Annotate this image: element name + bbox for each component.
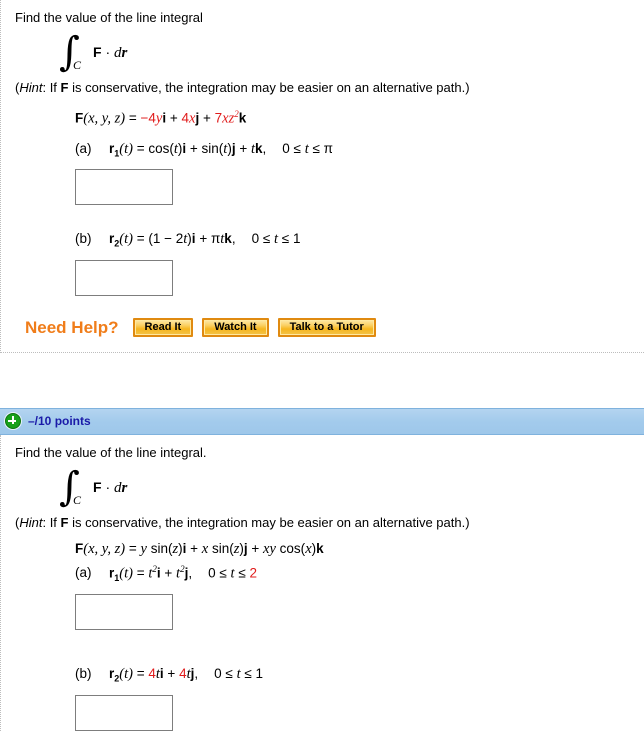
field-f-symbol: F <box>75 110 84 126</box>
field-coef-2: 4 <box>181 110 190 126</box>
problem-1-part-a-expression: (a) r1(t) = cos(t)i + sin(t)j + tk, 0 ≤ t … <box>75 140 333 159</box>
problem-2-body: Find the value of the line integral. ∫ C… <box>0 434 644 731</box>
hint-rest: is conservative, the integration may be … <box>68 514 470 530</box>
part-a-basis-j: j <box>184 565 189 581</box>
talk-to-a-tutor-button[interactable]: Talk to a Tutor <box>277 318 376 338</box>
hint-colon: : If <box>42 80 61 95</box>
field-basis-j: j <box>243 540 248 556</box>
part-b-of-t: (t) <box>119 666 133 683</box>
field-var-3: xz <box>222 110 235 127</box>
part-a-t3: t <box>230 565 235 582</box>
field-basis-i: i <box>182 540 187 556</box>
problem-1-need-help: Need Help? Read It Watch It Talk to a Tu… <box>25 318 644 338</box>
problem-1: Find the value of the line integral ∫ C … <box>0 0 644 353</box>
integral-dr: dr <box>114 45 128 61</box>
problem-2: –/10 points Find the value of the line i… <box>0 407 644 731</box>
field-coef-1: −4 <box>140 110 156 126</box>
problem-1-part-b-expression: (b) r2(t) = (1 − 2t)i + πtk, 0 ≤ t ≤ 1 <box>75 231 301 249</box>
integral-dot: · <box>105 44 111 60</box>
field-args: (x, y, z) <box>83 110 126 127</box>
problem-1-hint: (Hint: If F is conservative, the integra… <box>15 80 644 96</box>
part-b-coef-1: 4 <box>148 666 156 682</box>
part-a-of-t: (t) <box>119 140 133 157</box>
part-a-basis-j: j <box>231 140 236 156</box>
section-spacer <box>0 352 644 408</box>
problem-2-part-b-answer-input[interactable] <box>75 694 173 731</box>
hint-word: Hint <box>19 514 43 530</box>
part-a-basis-k: k <box>255 140 263 156</box>
integral-dot: · <box>105 478 111 495</box>
problem-1-integral: ∫ C F · dr <box>59 30 644 76</box>
problem-2-integral: ∫ C F · dr <box>59 465 644 511</box>
problem-2-points-bar: –/10 points <box>0 407 644 435</box>
part-b-basis-i: i <box>191 231 196 247</box>
integral-dr: dr <box>114 479 128 496</box>
integral-subscript: C <box>73 58 82 72</box>
plus-circle-icon[interactable] <box>5 413 21 430</box>
integral-vector-f: F <box>93 478 102 495</box>
problem-2-field-definition: F(x, y, z) = y sin(z)i + x sin(z)j + xy … <box>75 540 324 557</box>
field-basis-i: i <box>162 110 167 126</box>
field-args: (x, y, z) <box>83 540 126 557</box>
part-b-t1: t <box>183 231 188 248</box>
problem-2-part-a-expression: (a) r1(t) = t2i + t2j, 0 ≤ t ≤ 2 <box>75 563 257 584</box>
part-b-of-t: (t) <box>119 231 133 248</box>
read-it-button[interactable]: Read It <box>132 318 194 338</box>
part-a-basis-i: i <box>156 565 161 581</box>
problem-2-part-a-answer-input[interactable] <box>75 594 173 631</box>
problem-2-hint: (Hint: If F is conservative, the integra… <box>15 515 644 531</box>
part-b-coef-2: 4 <box>179 666 187 682</box>
problem-1-body: Find the value of the line integral ∫ C … <box>0 0 644 353</box>
part-a-t4: t <box>304 140 309 157</box>
field-basis-k: k <box>316 540 324 556</box>
part-a-t1: t <box>173 140 178 157</box>
watch-it-button[interactable]: Watch It <box>202 318 269 338</box>
field-basis-j: j <box>195 110 200 126</box>
integral-vector-f: F <box>93 44 102 60</box>
need-help-label: Need Help? <box>25 317 119 337</box>
part-a-domain-upper: 2 <box>249 565 257 581</box>
integral-subscript: C <box>73 492 82 507</box>
hint-colon: : If <box>42 514 61 530</box>
problem-1-prompt: Find the value of the line integral <box>15 10 203 25</box>
hint-rest: is conservative, the integration may be … <box>68 80 470 95</box>
part-b-basis-i: i <box>159 666 164 682</box>
field-x3: x <box>305 540 312 557</box>
field-var-3: xy <box>263 540 276 557</box>
problem-1-field-definition: F(x, y, z) = −4yi + 4xj + 7xz2k <box>75 109 247 127</box>
field-z2: z <box>233 540 240 557</box>
integral-body: F · dr <box>93 44 127 62</box>
part-b-basis-j: j <box>190 666 195 682</box>
part-b-t3: t <box>274 231 279 248</box>
field-var-2: x <box>201 540 209 557</box>
problem-1-part-b-answer-input[interactable] <box>75 259 173 296</box>
part-b-t3: t <box>236 666 241 683</box>
field-coef-3: 7 <box>214 110 223 126</box>
part-a-t2: t <box>223 140 228 157</box>
integral-body: F · dr <box>93 479 127 497</box>
field-var-1: y <box>140 540 147 557</box>
problem-2-part-b-expression: (b) r2(t) = 4ti + 4tj, 0 ≤ t ≤ 1 <box>75 666 264 684</box>
field-basis-k: k <box>238 110 247 126</box>
part-a-of-t: (t) <box>119 565 133 582</box>
part-b-label: (b) <box>75 666 92 682</box>
field-f-symbol: F <box>75 540 84 556</box>
part-b-basis-k: k <box>224 231 232 247</box>
problem-2-prompt: Find the value of the line integral. <box>15 444 207 460</box>
hint-word: Hint <box>19 80 43 95</box>
problem-2-points-text: –/10 points <box>28 414 91 429</box>
part-a-basis-i: i <box>182 140 187 156</box>
problem-1-part-a-answer-input[interactable] <box>75 169 173 206</box>
part-a-label: (a) <box>75 565 92 581</box>
part-a-label: (a) <box>75 140 92 156</box>
field-z1: z <box>172 540 179 557</box>
part-b-label: (b) <box>75 231 92 247</box>
